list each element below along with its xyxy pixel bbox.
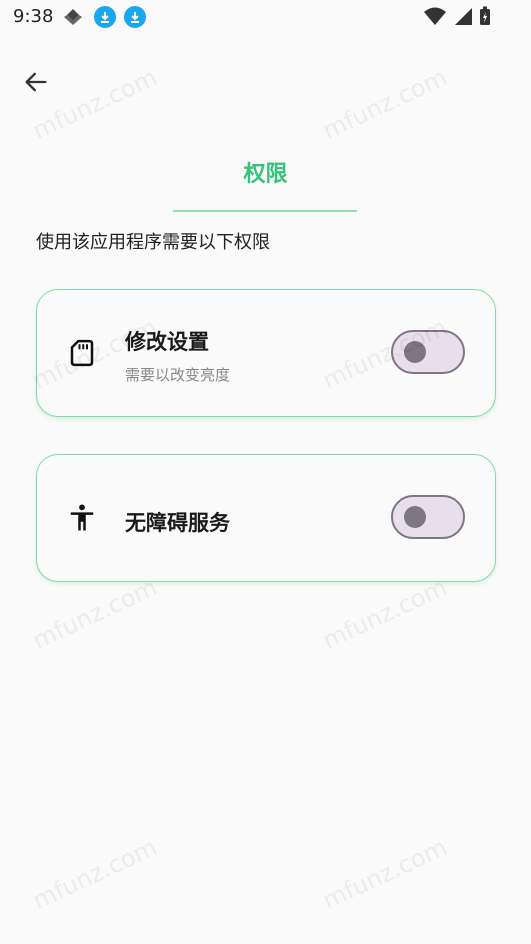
status-bar: 9:38 bbox=[0, 0, 531, 36]
permission-description: 需要以改变亮度 bbox=[125, 366, 231, 384]
watermark: mfunz.com bbox=[318, 573, 452, 655]
modify-settings-toggle[interactable] bbox=[391, 330, 465, 374]
accessibility-service-toggle[interactable] bbox=[391, 495, 465, 539]
page-title: 权限 bbox=[243, 162, 288, 187]
arrow-back-icon bbox=[25, 72, 47, 92]
app-logo-icon bbox=[64, 9, 82, 25]
wifi-icon bbox=[424, 7, 446, 25]
permissions-subtitle: 使用该应用程序需要以下权限 bbox=[36, 232, 270, 253]
watermark: mfunz.com bbox=[28, 833, 162, 915]
back-button[interactable] bbox=[20, 66, 52, 98]
title-underline bbox=[173, 210, 357, 212]
permission-card-accessibility[interactable]: 无障碍服务 bbox=[36, 454, 496, 582]
cellular-signal-icon bbox=[455, 8, 472, 25]
battery-icon bbox=[480, 6, 490, 25]
status-right-icons bbox=[423, 6, 491, 26]
sd-card-icon bbox=[70, 339, 94, 367]
permission-title: 无障碍服务 bbox=[125, 511, 230, 535]
watermark: mfunz.com bbox=[318, 833, 452, 915]
permission-title: 修改设置 bbox=[125, 330, 209, 354]
watermark: mfunz.com bbox=[318, 63, 452, 145]
download-notification-icon bbox=[124, 6, 146, 28]
status-time: 9:38 bbox=[13, 6, 54, 27]
accessibility-icon bbox=[70, 504, 94, 531]
toggle-knob bbox=[404, 341, 426, 363]
download-notification-icon bbox=[94, 6, 116, 28]
watermark: mfunz.com bbox=[28, 573, 162, 655]
toggle-knob bbox=[404, 506, 426, 528]
status-left-icons bbox=[60, 6, 146, 28]
permission-card-modify-settings[interactable]: 修改设置 需要以改变亮度 bbox=[36, 289, 496, 417]
